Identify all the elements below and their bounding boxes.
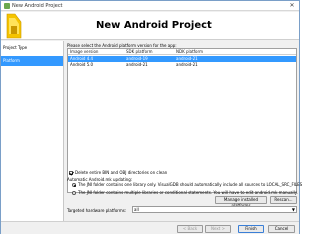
android-logo-icon — [6, 13, 22, 39]
column-ndk-platform[interactable]: NDK platform — [176, 49, 203, 55]
sidebar-item-project-type[interactable]: Project Type — [1, 43, 63, 53]
sidebar-item-platform[interactable]: Platform — [1, 56, 63, 66]
sidebar: Project Type Platform — [1, 41, 64, 221]
app-icon — [4, 3, 10, 9]
delete-bin-obj-checkbox[interactable] — [69, 171, 73, 175]
next-button[interactable]: Next > — [205, 225, 231, 233]
page-title: New Android Project — [96, 20, 212, 31]
table-header: Image version SDK platform NDK platform — [68, 49, 296, 55]
dialog-window: New Android Project ✕ New Android Projec… — [0, 0, 303, 234]
banner: New Android Project — [1, 12, 299, 40]
back-button[interactable]: < Back — [177, 225, 203, 233]
targeted-platforms-label: Targeted hardware platforms: — [67, 208, 127, 213]
table-row[interactable]: Android 5.0 android-21 android-21 — [68, 62, 296, 68]
window-title: New Android Project — [12, 3, 63, 9]
targeted-platforms-select[interactable]: all ▼ — [132, 206, 297, 213]
button-bar: < Back Next > Finish Cancel — [1, 221, 299, 234]
single-library-radio[interactable] — [72, 183, 76, 187]
delete-bin-obj-label: Delete entire BIN and OBJ directories on… — [75, 170, 168, 175]
rescan-button[interactable]: Rescan... — [270, 196, 297, 204]
table-cell: android-21 — [176, 62, 198, 67]
close-button[interactable]: ✕ — [287, 2, 297, 10]
table-cell: Android 5.0 — [70, 62, 94, 67]
multiple-libraries-radio[interactable] — [72, 191, 76, 195]
multiple-libraries-label: The JNI folder contains multiple librari… — [78, 190, 298, 195]
targeted-platforms-value: all — [134, 207, 139, 212]
finish-button[interactable]: Finish — [238, 225, 264, 233]
title-bar: New Android Project ✕ — [1, 1, 299, 11]
manage-platforms-button[interactable]: Manage installed platforms — [215, 196, 267, 208]
chevron-down-icon: ▼ — [291, 207, 295, 212]
column-sdk-platform[interactable]: SDK platform — [126, 49, 153, 55]
cancel-button[interactable]: Cancel — [268, 225, 295, 233]
table-cell: android-21 — [126, 62, 148, 67]
column-image-version[interactable]: Image version — [70, 49, 98, 55]
single-library-label: The JNI folder contains one library only… — [78, 182, 303, 187]
